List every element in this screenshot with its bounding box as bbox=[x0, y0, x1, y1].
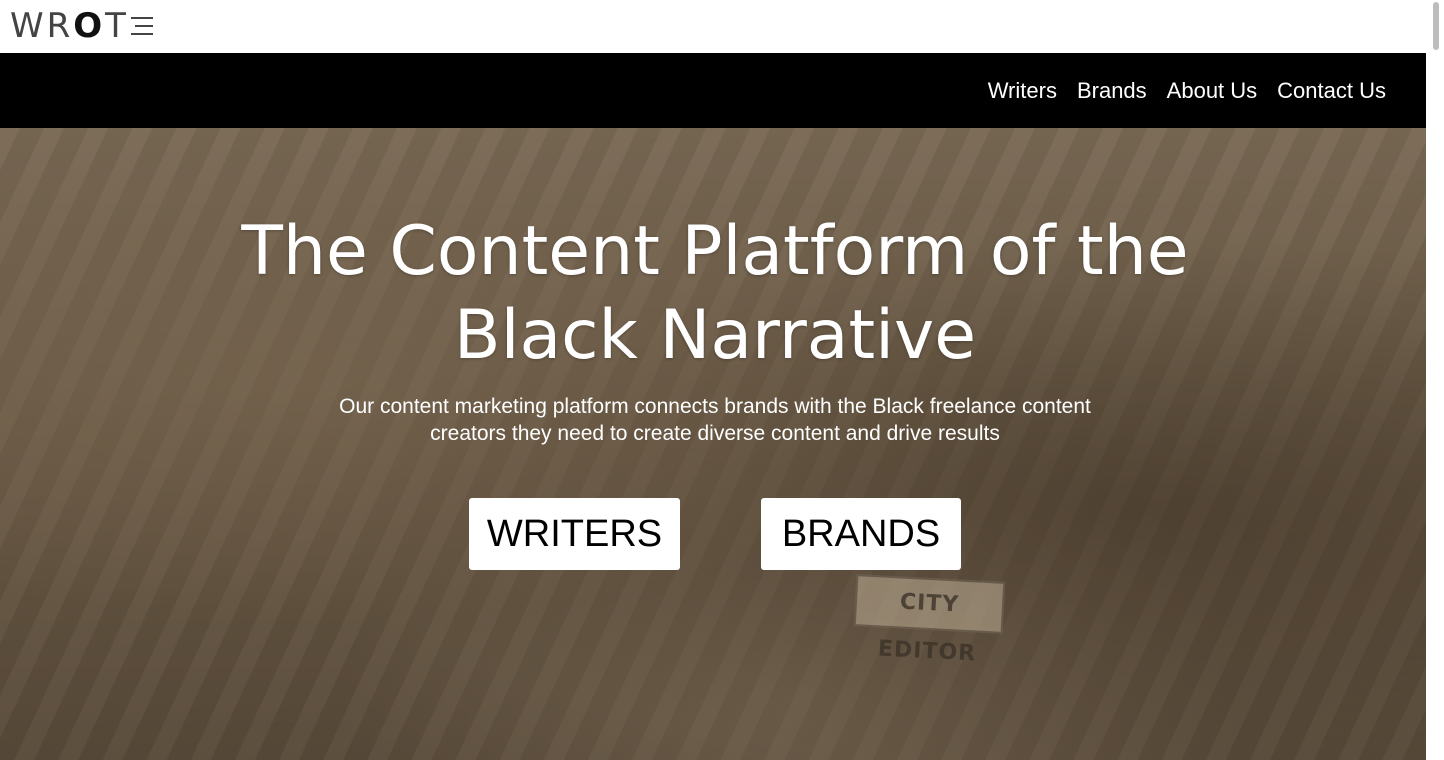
hero-section: CITY EDITOR The Content Platform of the … bbox=[0, 128, 1436, 760]
hero-title-line2: Black Narrative bbox=[453, 296, 977, 375]
hero-title: The Content Platform of the Black Narrat… bbox=[0, 210, 1430, 378]
logo-letter-e bbox=[130, 14, 153, 38]
hero-background-sign: CITY EDITOR bbox=[853, 574, 1006, 666]
hero-subtitle-line1: Our content marketing platform connects … bbox=[339, 395, 1091, 418]
nav-link-brands[interactable]: Brands bbox=[1077, 78, 1147, 104]
logo-bar: WR O T bbox=[0, 0, 1426, 53]
brands-button[interactable]: BRANDS bbox=[761, 498, 961, 570]
hero-title-line1: The Content Platform of the bbox=[241, 212, 1189, 291]
nav-link-writers[interactable]: Writers bbox=[988, 78, 1057, 104]
logo-letter-t: T bbox=[105, 6, 129, 46]
nav-links: Writers Brands About Us Contact Us bbox=[988, 53, 1386, 128]
main-nav: Writers Brands About Us Contact Us bbox=[0, 53, 1436, 128]
logo-letter-o: O bbox=[73, 6, 106, 46]
nav-link-contact-us[interactable]: Contact Us bbox=[1277, 78, 1386, 104]
logo-letters-wr: WR bbox=[10, 6, 74, 46]
site-logo[interactable]: WR O T bbox=[10, 4, 153, 48]
page-scrollbar-thumb[interactable] bbox=[1433, 2, 1439, 50]
writers-button[interactable]: WRITERS bbox=[469, 498, 680, 570]
hero-subtitle: Our content marketing platform connects … bbox=[290, 393, 1140, 447]
page: WR O T Writers Brands About Us Contact Us … bbox=[0, 0, 1444, 760]
page-scrollbar[interactable] bbox=[1426, 0, 1444, 760]
nav-link-about-us[interactable]: About Us bbox=[1167, 78, 1258, 104]
hero-subtitle-line2: creators they need to create diverse con… bbox=[430, 422, 1000, 445]
